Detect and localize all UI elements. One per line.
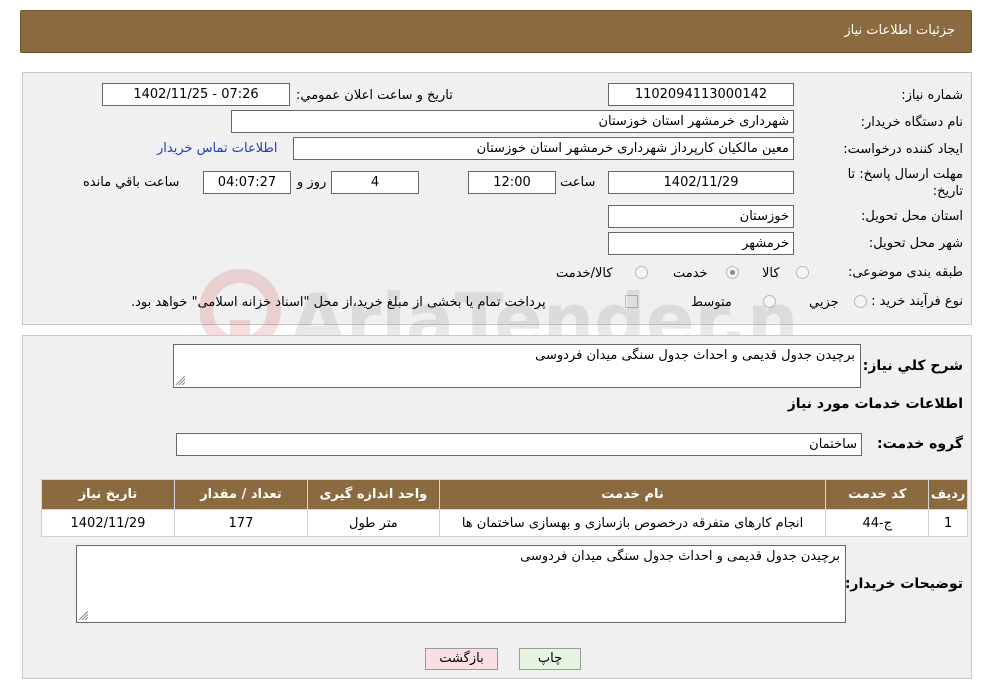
- need-number-field: 1102094113000142: [608, 83, 794, 106]
- purchase-radio-medium[interactable]: [763, 295, 776, 308]
- remaining-time-label: ساعت باقي مانده: [83, 175, 180, 190]
- service-group-field: ساختمان: [176, 433, 862, 456]
- cell-row-number: 1: [928, 509, 968, 537]
- category-radio-goods[interactable]: [796, 266, 809, 279]
- col-row-number: رديف: [928, 479, 968, 510]
- back-button[interactable]: بازگشت: [425, 648, 498, 670]
- deadline-days-field: 4: [331, 171, 419, 194]
- general-desc-label: شرح کلي نياز:: [862, 358, 963, 374]
- buyer-notes-label: توضيحات خريدار:: [844, 576, 963, 592]
- remaining-time-field: 04:07:27: [203, 171, 291, 194]
- deadline-time-label: ساعت: [560, 175, 596, 190]
- col-unit: واحد اندازه گيری: [306, 479, 440, 510]
- buyer-org-field: شهرداری خرمشهر استان خوزستان: [231, 110, 794, 133]
- col-service-name: نام خدمت: [438, 479, 827, 510]
- cell-quantity: 177: [173, 509, 308, 537]
- service-group-label: گروه خدمت:: [877, 436, 963, 452]
- province-label: استان محل تحويل:: [861, 209, 963, 224]
- category-radio-service[interactable]: [726, 266, 739, 279]
- need-number-label: شماره نیاز:: [901, 88, 963, 103]
- category-goods-label: کالا: [762, 266, 780, 281]
- services-heading: اطلاعات خدمات مورد نياز: [787, 396, 963, 412]
- category-goods-service-label: کالا/خدمت: [556, 266, 613, 281]
- announce-datetime-label: تاریخ و ساعت اعلان عمومي:: [296, 88, 453, 103]
- need-info-panel: شماره نیاز: 1102094113000142 تاریخ و ساع…: [22, 72, 972, 325]
- announce-datetime-field: 1402/11/25 - 07:26: [102, 83, 290, 106]
- buyer-notes-textarea[interactable]: برچیدن جدول قدیمی و احداث جدول سنگی میدا…: [76, 545, 846, 623]
- deadline-days-label: روز و: [297, 175, 327, 190]
- purchase-minor-label: جزيي: [809, 295, 839, 310]
- buyer-org-label: نام دستگاه خريدار:: [860, 115, 963, 130]
- print-button[interactable]: چاپ: [519, 648, 581, 670]
- col-service-code: کد خدمت: [825, 479, 930, 510]
- purchase-radio-minor[interactable]: [854, 295, 867, 308]
- deadline-time-field: 12:00: [468, 171, 556, 194]
- page-title: جزئیات اطلاعات نیاز: [844, 23, 955, 38]
- general-desc-text: برچیدن جدول قدیمی و احداث جدول سنگی میدا…: [535, 348, 855, 363]
- col-need-date: تاريخ نياز: [41, 479, 175, 510]
- cell-need-date: 1402/11/29: [41, 509, 175, 537]
- deadline-label: مهلت ارسال پاسخ: تا تاريخ:: [847, 167, 963, 199]
- province-field: خوزستان: [608, 205, 794, 228]
- purchase-type-label: نوع فرآيند خريد :: [871, 294, 963, 309]
- purchase-medium-label: متوسط: [691, 295, 732, 310]
- cell-service-code: ج-44: [825, 509, 930, 537]
- col-quantity: تعداد / مقدار: [173, 479, 308, 510]
- table-header-row: رديف کد خدمت نام خدمت واحد اندازه گيری ت…: [41, 479, 968, 510]
- category-radio-goods-service[interactable]: [635, 266, 648, 279]
- category-service-label: خدمت: [673, 266, 708, 281]
- requester-label: ايجاد کننده درخواست:: [843, 142, 963, 157]
- city-field: خرمشهر: [608, 232, 794, 255]
- cell-service-name: انجام کارهای متفرقه درخصوص بازسازی و بهس…: [438, 509, 827, 537]
- table-row: 1 ج-44 انجام کارهای متفرقه درخصوص بازساز…: [41, 509, 968, 537]
- resize-handle-icon[interactable]: [176, 376, 185, 385]
- resize-handle-icon[interactable]: [79, 611, 88, 620]
- buyer-notes-text: برچیدن جدول قدیمی و احداث جدول سنگی میدا…: [520, 549, 840, 564]
- service-details-panel: شرح کلي نياز: برچیدن جدول قدیمی و احداث …: [22, 335, 972, 679]
- services-table: رديف کد خدمت نام خدمت واحد اندازه گيری ت…: [41, 479, 968, 537]
- category-label: طبقه بندی موضوعی:: [847, 265, 963, 280]
- deadline-date-field: 1402/11/29: [608, 171, 794, 194]
- payment-treasury-checkbox[interactable]: [625, 295, 638, 308]
- requester-field: معین مالکیان کارپرداز شهرداری خرمشهر است…: [293, 137, 794, 160]
- buyer-contact-link[interactable]: اطلاعات تماس خريدار: [157, 141, 277, 156]
- payment-treasury-note: پرداخت تمام يا بخشی از مبلغ خريد،از محل …: [131, 295, 546, 310]
- page-header: جزئیات اطلاعات نیاز: [20, 10, 972, 53]
- city-label: شهر محل تحويل:: [868, 236, 963, 251]
- general-desc-textarea[interactable]: برچیدن جدول قدیمی و احداث جدول سنگی میدا…: [173, 344, 861, 388]
- cell-unit: متر طول: [306, 509, 440, 537]
